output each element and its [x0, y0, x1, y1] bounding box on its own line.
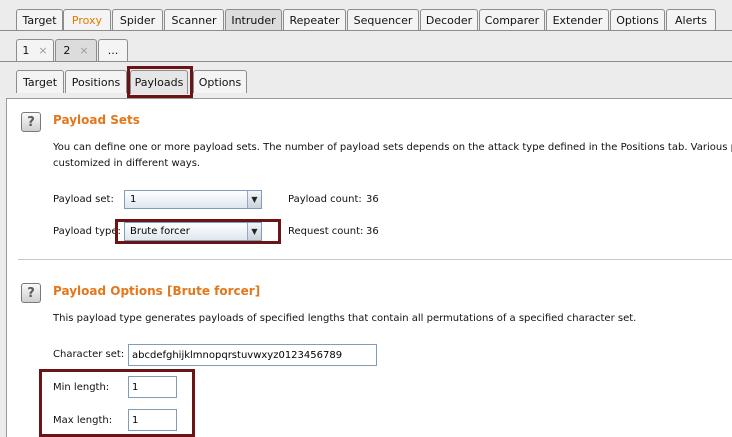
help-icon[interactable]: ? — [21, 283, 41, 303]
new-attack-tab[interactable]: ... — [98, 39, 128, 61]
tab-intruder-label: Intruder — [231, 13, 276, 27]
tab-proxy[interactable]: Proxy — [63, 9, 111, 30]
tab-alerts-label: Alerts — [675, 13, 707, 27]
attack-tab-1-label: 1 — [22, 44, 30, 57]
main-tab-baseline — [0, 30, 732, 31]
tab-scanner-label: Scanner — [171, 13, 217, 27]
attack-tab-2-label: 2 — [63, 44, 71, 57]
character-set-value: abcdefghijklmnopqrstuvwxyz0123456789 — [132, 349, 343, 361]
close-icon[interactable]: × — [38, 44, 47, 57]
tab-spider[interactable]: Spider — [112, 9, 163, 30]
payload-sets-description-line2: customized in different ways. — [53, 158, 201, 169]
tab-sequencer-label: Sequencer — [353, 13, 413, 27]
tab-sequencer[interactable]: Sequencer — [347, 9, 419, 30]
attack-tab-1[interactable]: 1 × — [16, 39, 54, 61]
section-divider — [18, 259, 732, 260]
new-attack-tab-label: ... — [107, 44, 119, 57]
close-icon[interactable]: × — [79, 44, 88, 57]
tab-options-label: Options — [616, 13, 659, 27]
tab-spider-label: Spider — [119, 13, 156, 27]
payload-count-label: Payload count: — [288, 194, 362, 205]
tab-alerts[interactable]: Alerts — [666, 9, 716, 30]
tab-repeater[interactable]: Repeater — [283, 9, 346, 30]
payload-set-label: Payload set: — [53, 194, 114, 205]
payload-sets-title: Payload Sets — [53, 113, 140, 127]
subtab-target[interactable]: Target — [16, 70, 64, 93]
payload-set-value: 1 — [130, 194, 137, 205]
tab-decoder-label: Decoder — [425, 13, 473, 27]
highlight-length-fields — [39, 369, 195, 437]
help-icon[interactable]: ? — [21, 112, 41, 132]
payload-sets-description-line1: You can define one or more payload sets.… — [53, 142, 732, 153]
tab-target[interactable]: Target — [16, 9, 63, 30]
tab-extender[interactable]: Extender — [546, 9, 609, 30]
tab-extender-label: Extender — [552, 13, 603, 27]
chevron-down-icon[interactable]: ▼ — [247, 191, 261, 208]
highlight-payload-type — [115, 219, 281, 244]
tab-options[interactable]: Options — [610, 9, 665, 30]
subtab-target-label: Target — [22, 75, 58, 89]
subtab-options-label: Options — [198, 75, 242, 89]
payload-set-select[interactable]: 1 ▼ — [124, 190, 262, 209]
request-count-label: Request count: — [288, 226, 364, 237]
highlight-payloads-tab — [127, 66, 193, 98]
character-set-input[interactable]: abcdefghijklmnopqrstuvwxyz0123456789 — [128, 344, 377, 366]
subtab-positions-label: Positions — [71, 75, 121, 89]
payload-options-description: This payload type generates payloads of … — [53, 313, 637, 324]
tab-scanner[interactable]: Scanner — [164, 9, 224, 30]
request-count-value: 36 — [366, 226, 379, 237]
tab-decoder[interactable]: Decoder — [420, 9, 478, 30]
tab-target-label: Target — [22, 13, 57, 27]
tab-intruder[interactable]: Intruder — [225, 9, 282, 30]
subtab-positions[interactable]: Positions — [65, 70, 127, 93]
payload-count-value: 36 — [366, 194, 379, 205]
payload-type-label: Payload type: — [53, 226, 121, 237]
help-icon-glyph: ? — [27, 285, 35, 301]
tab-repeater-label: Repeater — [289, 13, 340, 27]
tab-comparer-label: Comparer — [484, 13, 540, 27]
tab-proxy-label: Proxy — [71, 13, 103, 27]
attack-tab-2[interactable]: 2 × — [55, 39, 97, 61]
character-set-label: Character set: — [53, 349, 125, 360]
attack-tab-baseline — [0, 61, 732, 62]
tab-comparer[interactable]: Comparer — [479, 9, 545, 30]
help-icon-glyph: ? — [27, 114, 35, 130]
payload-options-title: Payload Options [Brute forcer] — [53, 284, 261, 298]
subtab-options[interactable]: Options — [193, 70, 247, 93]
